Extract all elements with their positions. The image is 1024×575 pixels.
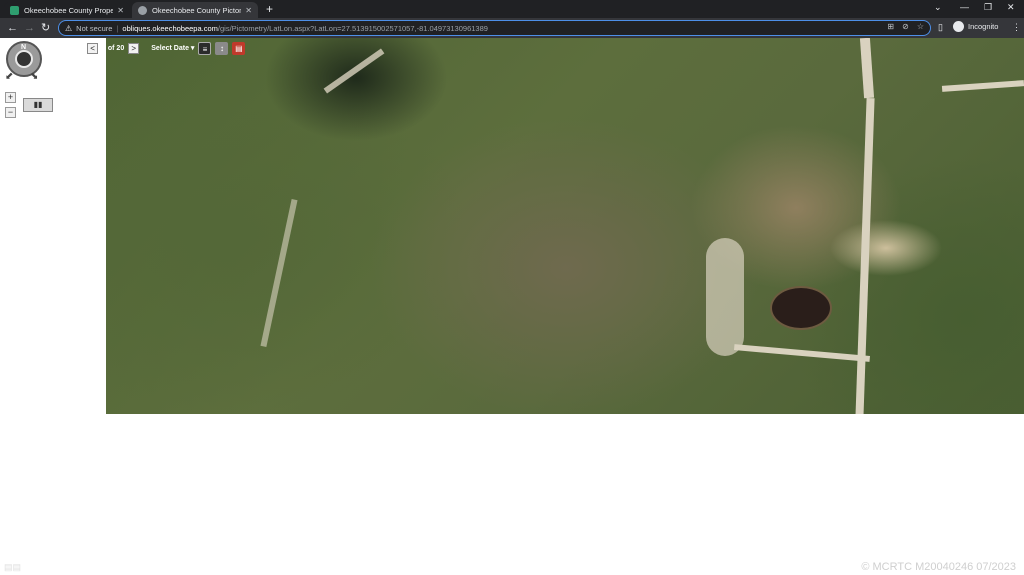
- corner-logo: ▤▤: [4, 562, 22, 572]
- new-tab-button[interactable]: +: [266, 2, 273, 16]
- not-secure-label[interactable]: Not secure: [76, 24, 112, 33]
- trail: [323, 48, 385, 94]
- address-separator: |: [116, 23, 119, 33]
- tab-label: Okeechobee County Pictometry I: [152, 5, 241, 15]
- image-navigation-bar: 01/15/2023 < 1 of 20 > Select Date ▾ ≡ ↕…: [44, 41, 246, 55]
- tab-search-icon[interactable]: ⌄: [934, 2, 942, 13]
- eye-off-icon[interactable]: ⊘: [902, 22, 909, 31]
- copyright-watermark: © MCRTC M20040246 07/2023: [861, 561, 1016, 573]
- dirt-road: [941, 80, 1024, 92]
- layers-icon[interactable]: ≡: [198, 41, 212, 55]
- url-host: obliques.okeechobeepa.com: [122, 23, 218, 33]
- dirt-road: [859, 38, 875, 99]
- url-path: /gis/Pictometry/LatLon.aspx?LatLon=27.51…: [217, 23, 488, 33]
- image-position: 1 of 20: [102, 44, 125, 52]
- favicon-icon: [10, 5, 19, 15]
- export-icon[interactable]: ▤: [232, 41, 246, 55]
- image-date: 01/15/2023: [44, 44, 80, 52]
- measure-icon[interactable]: ↕: [215, 41, 229, 55]
- zoom-in-button[interactable]: +: [5, 92, 16, 103]
- dirt-road: [855, 97, 875, 414]
- previous-image-button[interactable]: <: [87, 42, 99, 54]
- restore-button[interactable]: ❐: [984, 2, 992, 13]
- side-panel-icon[interactable]: ▯: [938, 22, 943, 33]
- tab-pictometry[interactable]: Okeechobee County Pictometry I ✕: [132, 2, 258, 18]
- sand-clearing: [706, 238, 744, 356]
- warning-icon[interactable]: ⚠: [65, 24, 72, 33]
- compass-ring[interactable]: [15, 50, 33, 68]
- minimize-button[interactable]: —: [960, 2, 969, 12]
- close-window-button[interactable]: ✕: [1007, 2, 1015, 13]
- tab-property-appraiser[interactable]: Okeechobee County Property Ap ✕: [4, 2, 130, 18]
- menu-icon[interactable]: ⋮: [1012, 22, 1021, 33]
- aerial-map[interactable]: [106, 38, 1024, 414]
- select-date-dropdown[interactable]: Select Date ▾: [151, 44, 194, 52]
- globe-icon: [138, 5, 147, 15]
- back-button[interactable]: ←: [7, 21, 18, 35]
- compass-north-label: N: [21, 44, 27, 51]
- tab-label: Okeechobee County Property Ap: [24, 5, 114, 15]
- dirt-road: [733, 344, 871, 362]
- reload-button[interactable]: ↻: [41, 21, 50, 35]
- forward-button[interactable]: →: [24, 21, 35, 35]
- browser-toolbar: ← → ↻ ⚠ Not secure | obliques.okeechobee…: [0, 18, 1024, 38]
- zoom-out-button[interactable]: −: [5, 107, 16, 118]
- address-bar[interactable]: ⚠ Not secure | obliques.okeechobeepa.com…: [58, 20, 931, 36]
- trail: [260, 199, 298, 347]
- bookmark-star-icon[interactable]: ☆: [917, 22, 924, 31]
- incognito-label: Incognito: [968, 22, 999, 31]
- close-tab-icon[interactable]: ✕: [117, 6, 124, 15]
- browser-tab-bar: Okeechobee County Property Ap ✕ Okeechob…: [0, 0, 1024, 18]
- view-toggle-button[interactable]: ▮▮: [23, 98, 53, 112]
- qr-code-icon[interactable]: ⊞: [887, 22, 894, 31]
- next-image-button[interactable]: >: [128, 42, 140, 54]
- rotate-left-icon[interactable]: ⬋: [5, 71, 13, 82]
- close-tab-icon[interactable]: ✕: [245, 6, 252, 15]
- rotate-right-icon[interactable]: ⬊: [30, 71, 38, 82]
- incognito-profile[interactable]: Incognito: [953, 21, 998, 32]
- incognito-icon: [953, 21, 964, 32]
- pond: [770, 286, 832, 330]
